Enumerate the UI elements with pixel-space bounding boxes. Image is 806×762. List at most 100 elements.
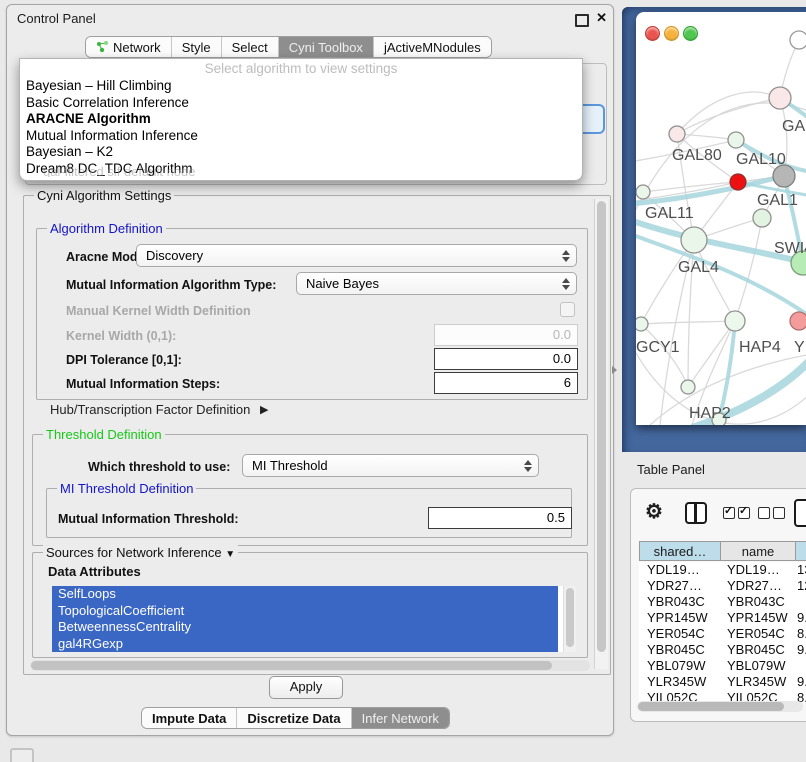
tab-impute-data[interactable]: Impute Data — [142, 708, 237, 728]
cell[interactable] — [793, 658, 806, 674]
table-row[interactable]: YBR045C YBR045C 9. — [639, 642, 806, 658]
splitter-collapse-icon[interactable] — [612, 366, 617, 374]
attribute-item-selected[interactable]: BetweennessCentrality — [52, 619, 558, 636]
table-horizontal-scrollbar[interactable] — [637, 701, 803, 712]
hub-definition-expander[interactable]: Hub/Transcription Factor Definition ▶ — [50, 402, 268, 417]
node-gray[interactable] — [773, 165, 795, 187]
node-hap2[interactable] — [681, 380, 695, 394]
cell[interactable]: YLR345W — [719, 674, 793, 690]
node-gal4[interactable] — [681, 227, 707, 253]
mi-steps-field[interactable]: 6 — [434, 372, 578, 394]
node-gal80[interactable] — [669, 126, 685, 142]
gear-icon[interactable]: ⚙ — [645, 499, 663, 524]
cell[interactable]: 9. — [793, 610, 806, 626]
table-options-icon[interactable] — [794, 499, 806, 527]
cell[interactable] — [793, 594, 806, 610]
dropdown-item-aracne[interactable]: ARACNE Algorithm — [20, 111, 582, 128]
which-threshold-combo[interactable]: MI Threshold — [242, 454, 539, 477]
apply-button[interactable]: Apply — [269, 676, 343, 699]
tab-infer-network[interactable]: Infer Network — [352, 708, 449, 728]
select-all-checkboxes-icon[interactable] — [723, 507, 750, 519]
column-header-name[interactable]: name — [721, 541, 796, 561]
cell[interactable]: 12 — [793, 578, 806, 594]
kernel-width-field[interactable]: 0.0 — [434, 324, 578, 346]
node-gal10[interactable] — [728, 132, 744, 148]
network-canvas[interactable]: GAL GAL80 GAL10 GAL11 GAL1 SWI4 GAL4 GCY… — [636, 12, 806, 425]
settings-horizontal-scrollbar[interactable] — [30, 660, 590, 671]
cell[interactable]: YDL19… — [719, 562, 793, 578]
node-gal[interactable] — [769, 87, 791, 109]
attribute-item-selected[interactable]: SelfLoops — [52, 586, 558, 603]
cut-off-corner-icon — [10, 748, 34, 762]
mi-threshold-field[interactable]: 0.5 — [428, 507, 572, 529]
cell[interactable]: 9. — [793, 642, 806, 658]
cell[interactable]: YER054C — [719, 626, 793, 642]
node-gal11[interactable] — [636, 185, 650, 199]
cell[interactable]: YBR043C — [719, 594, 793, 610]
table-row[interactable]: YDR27… YDR27… 12 — [639, 578, 806, 594]
attributes-list-scrollbar[interactable] — [563, 586, 576, 652]
table-row[interactable]: YLR345W YLR345W 9. — [639, 674, 806, 690]
settings-scrollbar-thumb[interactable] — [597, 201, 606, 652]
cell[interactable]: YBL079W — [719, 658, 793, 674]
cell[interactable]: YER054C — [639, 626, 719, 642]
settings-scrollbar[interactable] — [594, 199, 608, 669]
deselect-all-checkboxes-icon[interactable] — [758, 507, 785, 519]
node-gcy1[interactable] — [636, 317, 648, 331]
cell[interactable]: 9. — [793, 674, 806, 690]
dpi-tolerance-field[interactable]: 0.0 — [434, 348, 578, 370]
attribute-item-selected[interactable]: TopologicalCoefficient — [52, 603, 558, 620]
window-minimize-icon[interactable] — [664, 26, 679, 41]
table-row[interactable]: YDL19… YDL19… 13 — [639, 562, 806, 578]
split-column-icon[interactable] — [685, 502, 707, 524]
table-row[interactable]: YPR145W YPR145W 9. — [639, 610, 806, 626]
table-row[interactable]: YER054C YER054C 8. — [639, 626, 806, 642]
table-row[interactable]: YBL079W YBL079W — [639, 658, 806, 674]
mi-threshold-definition-title: MI Threshold Definition — [57, 481, 196, 496]
node-selected-red[interactable] — [730, 174, 746, 190]
cell[interactable]: YBL079W — [639, 658, 719, 674]
mi-algorithm-type-combo[interactable]: Naive Bayes — [296, 272, 577, 295]
tab-discretize-data[interactable]: Discretize Data — [237, 708, 351, 728]
cell[interactable]: YBR043C — [639, 594, 719, 610]
close-icon[interactable]: ✕ — [596, 10, 607, 26]
attribute-item-selected[interactable]: gal4RGexp — [52, 636, 558, 653]
node-gal1[interactable] — [753, 209, 771, 227]
tab-select[interactable]: Select — [222, 37, 279, 57]
cell[interactable]: YLR345W — [639, 674, 719, 690]
attributes-list-scrollbar-thumb[interactable] — [566, 588, 574, 647]
cell[interactable]: YDR27… — [719, 578, 793, 594]
aracne-mode-combo[interactable]: Discovery — [136, 244, 577, 267]
tab-network[interactable]: Network — [86, 37, 172, 57]
dropdown-item[interactable]: Bayesian – Hill Climbing — [20, 78, 582, 95]
manual-kernel-width-checkbox[interactable] — [560, 302, 575, 317]
column-header-shared[interactable]: shared… — [639, 541, 721, 561]
node-salmon[interactable] — [790, 312, 806, 330]
window-close-icon[interactable] — [645, 26, 660, 41]
data-attributes-label: Data Attributes — [48, 564, 141, 579]
node[interactable] — [790, 31, 806, 49]
cell[interactable]: YDL19… — [639, 562, 719, 578]
table-horizontal-scrollbar-thumb[interactable] — [638, 702, 784, 711]
dropdown-item[interactable]: Bayesian – K2 — [20, 144, 582, 161]
tab-jactivemnodules[interactable]: jActiveMNodules — [374, 37, 491, 57]
cell[interactable]: 8. — [793, 626, 806, 642]
tab-style[interactable]: Style — [172, 37, 222, 57]
dropdown-item[interactable]: Basic Correlation Inference — [20, 95, 582, 112]
window-zoom-icon[interactable] — [683, 26, 698, 41]
network-view-window[interactable]: GAL GAL80 GAL10 GAL11 GAL1 SWI4 GAL4 GCY… — [636, 12, 806, 425]
cell[interactable]: YPR145W — [639, 610, 719, 626]
column-header-cut[interactable] — [796, 541, 806, 561]
table-row[interactable]: YBR043C YBR043C — [639, 594, 806, 610]
cell[interactable]: YBR045C — [639, 642, 719, 658]
cell[interactable]: YPR145W — [719, 610, 793, 626]
cell[interactable]: YBR045C — [719, 642, 793, 658]
cell[interactable]: YDR27… — [639, 578, 719, 594]
float-window-icon[interactable] — [575, 14, 589, 27]
node-hap4[interactable] — [725, 311, 745, 331]
settings-horizontal-scrollbar-thumb[interactable] — [31, 661, 552, 670]
dropdown-item[interactable]: Mutual Information Inference — [20, 128, 582, 145]
tab-cyni-toolbox[interactable]: Cyni Toolbox — [279, 37, 374, 57]
cell[interactable]: 13 — [793, 562, 806, 578]
sources-title[interactable]: Sources for Network Inference ▼ — [43, 545, 238, 560]
